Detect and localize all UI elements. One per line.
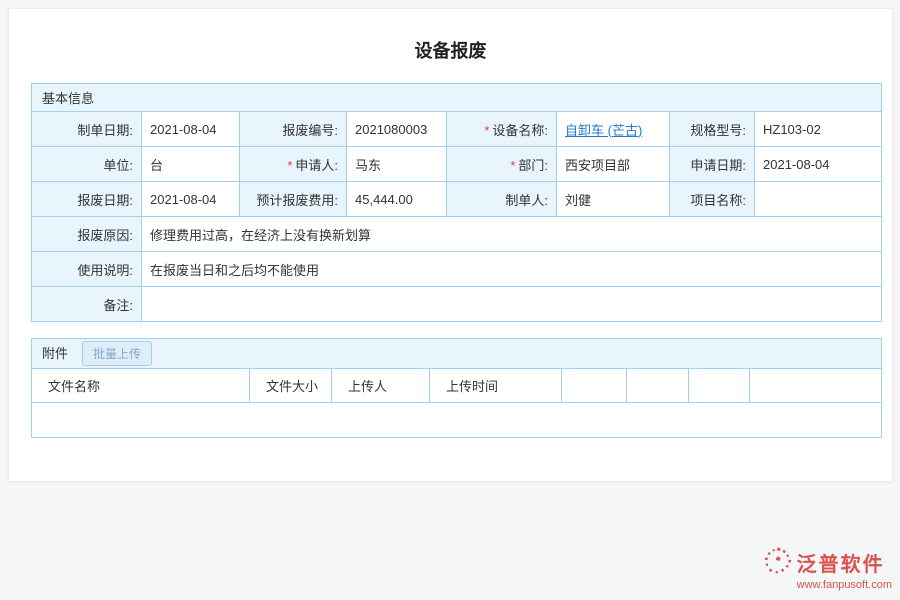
attachments-empty-area xyxy=(32,403,882,438)
attachments-bar: 附件批量上传 xyxy=(32,339,882,369)
field-label-cell: 规格型号: xyxy=(670,112,755,147)
field-label: 项目名称: xyxy=(690,193,746,208)
column-header-file-size: 文件大小 xyxy=(250,369,332,403)
column-header-empty xyxy=(562,369,627,403)
field-value: 2021-08-04 xyxy=(142,112,240,147)
field-value: 在报废当日和之后均不能使用 xyxy=(142,252,882,287)
required-marker: * xyxy=(287,158,292,173)
field-label: 制单日期: xyxy=(77,123,133,138)
field-label-cell: *部门: xyxy=(447,147,557,182)
fanpu-logo-icon xyxy=(763,546,793,578)
field-label-cell: *申请人: xyxy=(240,147,347,182)
field-value: 2021080003 xyxy=(347,112,447,147)
form-row-2: 单位: 台 *申请人: 马东 *部门: 西安项目部 申请日期: 2021-08-… xyxy=(32,147,882,182)
field-label-cell: 报废编号: xyxy=(240,112,347,147)
field-label: 备注: xyxy=(103,298,133,313)
attachments-section: 附件批量上传 文件名称 文件大小 上传人 上传时间 xyxy=(31,338,870,438)
brand-name: 泛普软件 xyxy=(797,548,885,577)
column-header-file-name: 文件名称 xyxy=(32,369,250,403)
basic-info-table: 基本信息 制单日期: 2021-08-04 报废编号: 2021080003 *… xyxy=(31,83,882,322)
field-label: 预计报废费用: xyxy=(256,193,338,208)
field-value: 修理费用过高，在经济上没有换新划算 xyxy=(142,217,882,252)
field-label-cell: 报废日期: xyxy=(32,182,142,217)
section-header-row: 基本信息 xyxy=(32,84,882,112)
field-label-cell: 预计报废费用: xyxy=(240,182,347,217)
form-row-3: 报废日期: 2021-08-04 预计报废费用: 45,444.00 制单人: … xyxy=(32,182,882,217)
field-label-cell: 制单人: xyxy=(447,182,557,217)
form-row-remark: 备注: xyxy=(32,287,882,322)
device-name-link[interactable]: 自卸车 (芒古) xyxy=(565,123,642,138)
form-row-1: 制单日期: 2021-08-04 报废编号: 2021080003 *设备名称:… xyxy=(32,112,882,147)
column-header-upload-time: 上传时间 xyxy=(430,369,562,403)
main-panel: 设备报废 基本信息 制单日期: 2021-08-04 报废编号: 2021080… xyxy=(8,8,893,482)
field-label-cell: *设备名称: xyxy=(447,112,557,147)
field-value: 马东 xyxy=(347,147,447,182)
footer-brand: 泛普软件 www.fanpusoft.com xyxy=(763,546,892,591)
page-title: 设备报废 xyxy=(9,9,892,83)
field-label: 申请人: xyxy=(295,158,338,173)
form-row-usage: 使用说明: 在报废当日和之后均不能使用 xyxy=(32,252,882,287)
field-label-cell: 使用说明: xyxy=(32,252,142,287)
field-label: 报废原因: xyxy=(77,228,133,243)
required-marker: * xyxy=(510,158,515,173)
field-label: 制单人: xyxy=(505,193,548,208)
form-row-reason: 报废原因: 修理费用过高，在经济上没有换新划算 xyxy=(32,217,882,252)
attachments-section-title: 附件 xyxy=(42,346,68,361)
batch-upload-button[interactable]: 批量上传 xyxy=(82,341,152,366)
attachments-column-headers: 文件名称 文件大小 上传人 上传时间 xyxy=(32,369,882,403)
field-value xyxy=(755,182,882,217)
field-label: 申请日期: xyxy=(690,158,746,173)
field-value: 2021-08-04 xyxy=(142,182,240,217)
field-label: 单位: xyxy=(103,158,133,173)
attachments-empty-row xyxy=(32,403,882,438)
field-value: HZ103-02 xyxy=(755,112,882,147)
basic-info-section: 基本信息 制单日期: 2021-08-04 报废编号: 2021080003 *… xyxy=(31,83,870,322)
field-value: 台 xyxy=(142,147,240,182)
field-label: 报废日期: xyxy=(77,193,133,208)
column-header-empty xyxy=(627,369,689,403)
column-header-empty xyxy=(750,369,882,403)
field-value: 刘健 xyxy=(557,182,670,217)
field-label-cell: 单位: xyxy=(32,147,142,182)
field-label-cell: 制单日期: xyxy=(32,112,142,147)
field-value: 45,444.00 xyxy=(347,182,447,217)
brand-url[interactable]: www.fanpusoft.com xyxy=(763,579,892,591)
attachments-table: 附件批量上传 文件名称 文件大小 上传人 上传时间 xyxy=(31,338,882,438)
field-label: 部门: xyxy=(518,158,548,173)
field-label: 规格型号: xyxy=(690,123,746,138)
field-label: 设备名称: xyxy=(492,123,548,138)
column-header-empty xyxy=(689,369,750,403)
attachments-header-row: 附件批量上传 xyxy=(32,339,882,369)
field-label-cell: 备注: xyxy=(32,287,142,322)
field-label-cell: 报废原因: xyxy=(32,217,142,252)
required-marker: * xyxy=(484,123,489,138)
column-header-uploader: 上传人 xyxy=(332,369,430,403)
field-value: 自卸车 (芒古) xyxy=(557,112,670,147)
field-label: 报废编号: xyxy=(282,123,338,138)
field-label: 使用说明: xyxy=(77,263,133,278)
field-value xyxy=(142,287,882,322)
field-value: 西安项目部 xyxy=(557,147,670,182)
field-value: 2021-08-04 xyxy=(755,147,882,182)
basic-info-section-title: 基本信息 xyxy=(32,84,882,112)
field-label-cell: 申请日期: xyxy=(670,147,755,182)
field-label-cell: 项目名称: xyxy=(670,182,755,217)
